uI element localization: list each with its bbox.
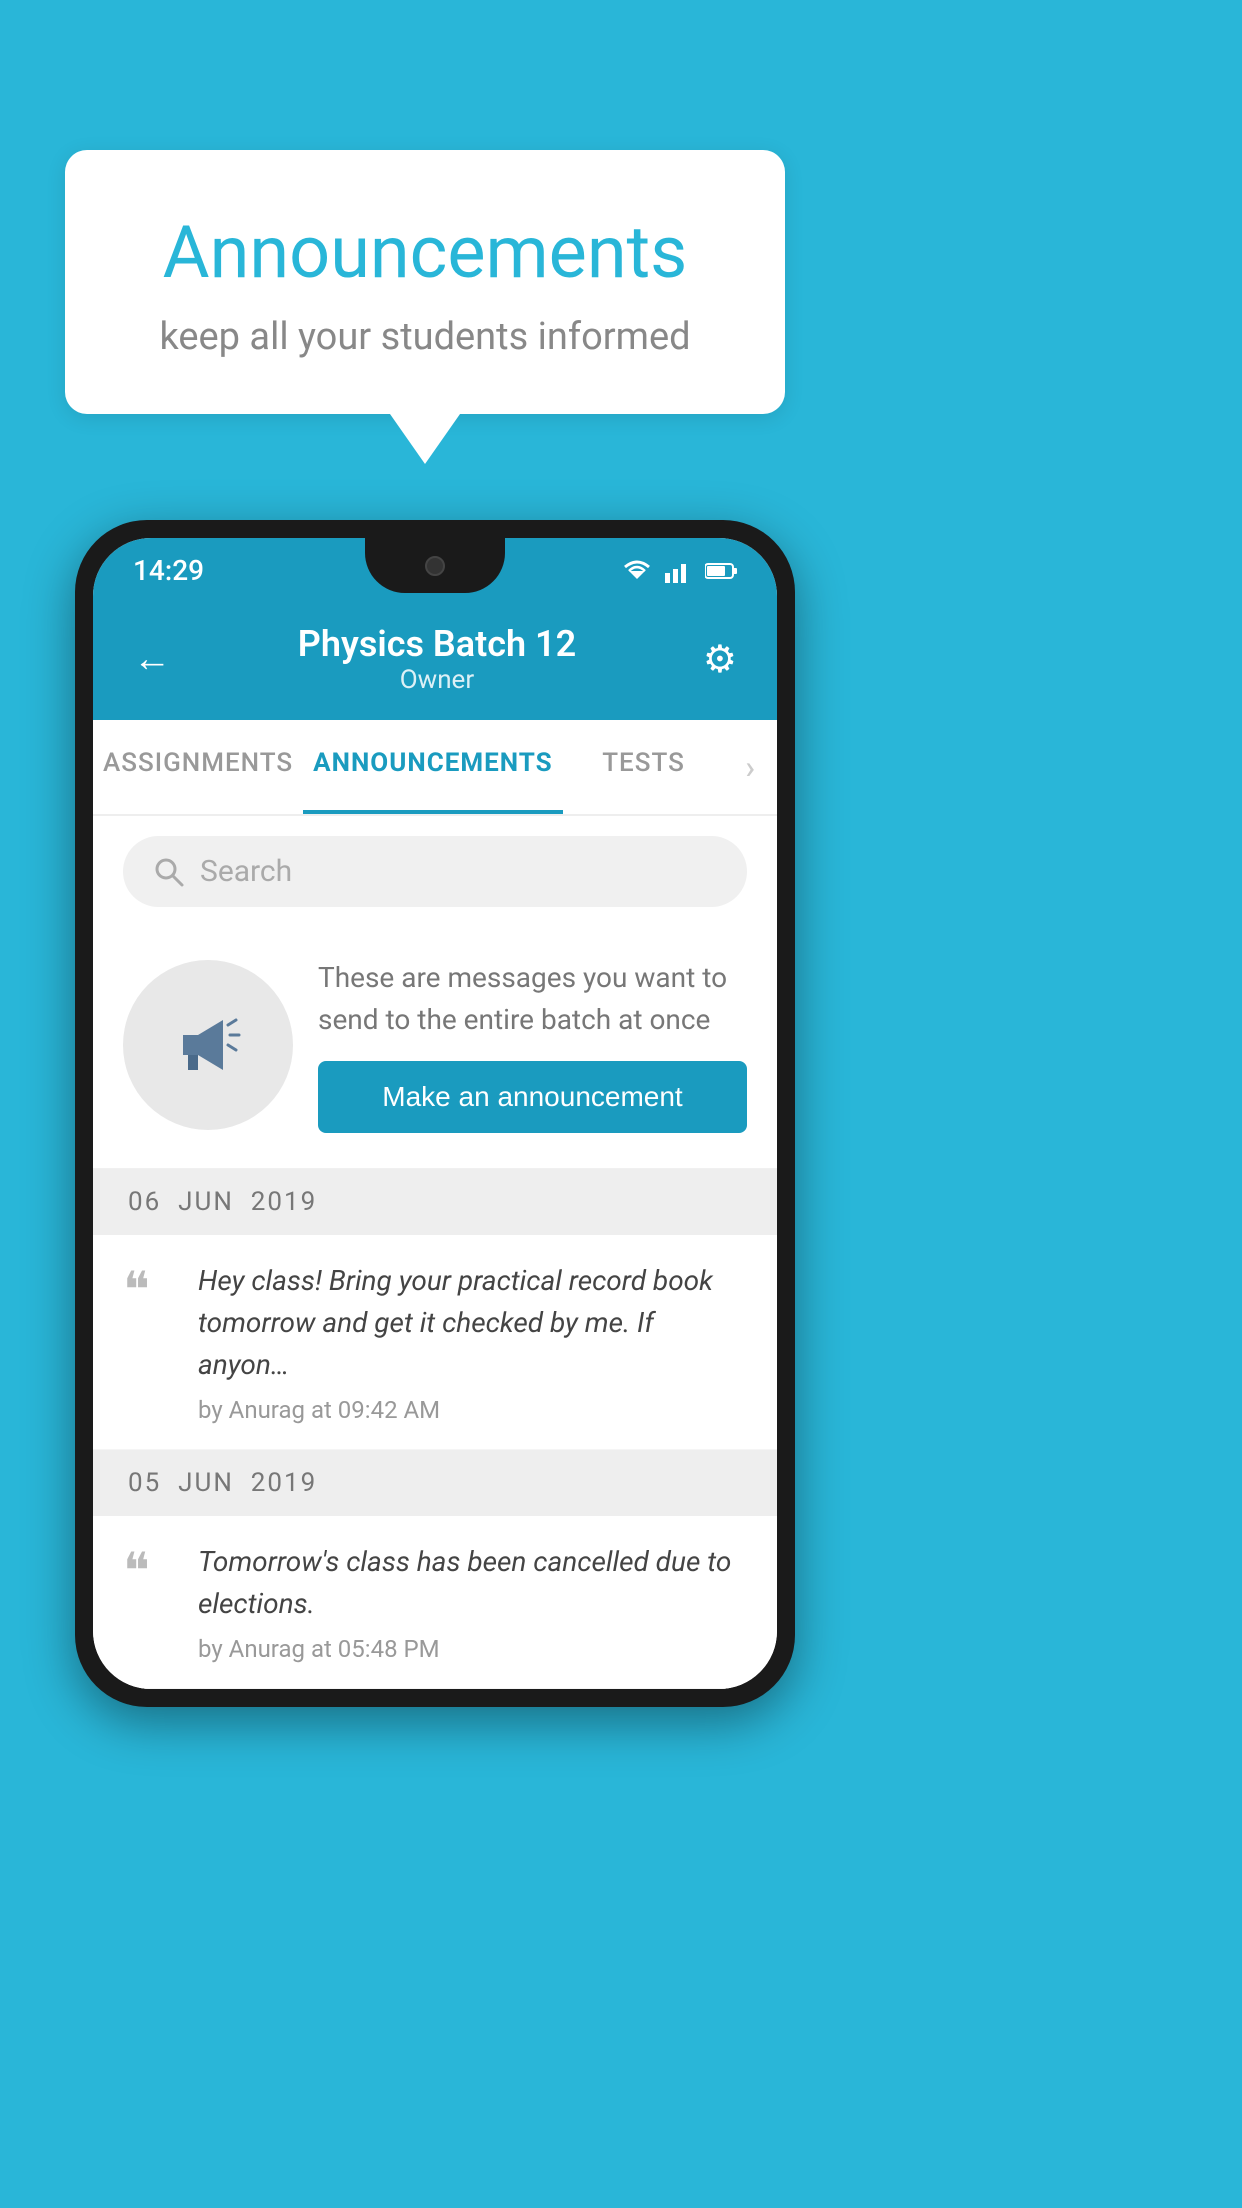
tab-more[interactable]: › xyxy=(724,720,777,814)
date-separator-1: 06 JUN 2019 xyxy=(93,1169,777,1235)
header-title: Physics Batch 12 xyxy=(298,623,576,665)
date-separator-2: 05 JUN 2019 xyxy=(93,1450,777,1516)
quote-icon-1: ❝ xyxy=(123,1265,178,1424)
phone-screen: 14:29 xyxy=(93,538,777,1689)
signal-icon xyxy=(665,559,693,583)
search-icon xyxy=(153,856,185,888)
date-label-2: 05 JUN 2019 xyxy=(128,1468,317,1498)
tab-announcements[interactable]: ANNOUNCEMENTS xyxy=(303,720,562,814)
notch xyxy=(365,538,505,593)
status-bar: 14:29 xyxy=(93,538,777,603)
tab-assignments[interactable]: ASSIGNMENTS xyxy=(93,720,303,814)
battery-icon xyxy=(705,562,737,580)
status-icons xyxy=(621,559,737,583)
back-button[interactable]: ← xyxy=(133,637,171,681)
quote-icon-2: ❝ xyxy=(123,1546,178,1663)
wifi-icon xyxy=(621,559,653,583)
announcement-author-2: by Anurag at 05:48 PM xyxy=(198,1635,747,1663)
make-announcement-button[interactable]: Make an announcement xyxy=(318,1061,747,1133)
announcement-author-1: by Anurag at 09:42 AM xyxy=(198,1396,747,1424)
camera-dot xyxy=(425,556,445,576)
announcement-content-2: Tomorrow's class has been cancelled due … xyxy=(198,1541,747,1663)
search-input-placeholder[interactable]: Search xyxy=(200,854,292,889)
app-header: ← Physics Batch 12 Owner ⚙ xyxy=(93,603,777,720)
announcement-text-1: Hey class! Bring your practical record b… xyxy=(198,1260,747,1386)
search-bar[interactable]: Search xyxy=(123,836,747,907)
promo-icon-circle xyxy=(123,960,293,1130)
search-container: Search xyxy=(93,816,777,927)
promo-content: These are messages you want to send to t… xyxy=(318,957,747,1133)
speech-bubble-tail xyxy=(390,414,460,464)
announcement-content-1: Hey class! Bring your practical record b… xyxy=(198,1260,747,1424)
announcement-item-2[interactable]: ❝ Tomorrow's class has been cancelled du… xyxy=(93,1516,777,1689)
settings-icon[interactable]: ⚙ xyxy=(703,637,737,682)
tab-tests[interactable]: TESTS xyxy=(563,720,725,814)
speech-bubble: Announcements keep all your students inf… xyxy=(65,150,785,414)
speech-bubble-container: Announcements keep all your students inf… xyxy=(65,150,785,464)
tabs-container: ASSIGNMENTS ANNOUNCEMENTS TESTS › xyxy=(93,720,777,816)
date-label-1: 06 JUN 2019 xyxy=(128,1187,317,1217)
promo-section: These are messages you want to send to t… xyxy=(93,927,777,1169)
announcement-item-1[interactable]: ❝ Hey class! Bring your practical record… xyxy=(93,1235,777,1450)
phone-container: 14:29 xyxy=(75,520,795,1707)
announcement-text-2: Tomorrow's class has been cancelled due … xyxy=(198,1541,747,1625)
header-subtitle: Owner xyxy=(298,665,576,695)
speech-bubble-subtitle: keep all your students informed xyxy=(115,315,735,359)
promo-description: These are messages you want to send to t… xyxy=(318,957,747,1041)
header-title-group: Physics Batch 12 Owner xyxy=(298,623,576,695)
megaphone-icon xyxy=(163,1000,253,1090)
status-time: 14:29 xyxy=(133,554,204,587)
phone-frame: 14:29 xyxy=(75,520,795,1707)
speech-bubble-title: Announcements xyxy=(115,210,735,295)
